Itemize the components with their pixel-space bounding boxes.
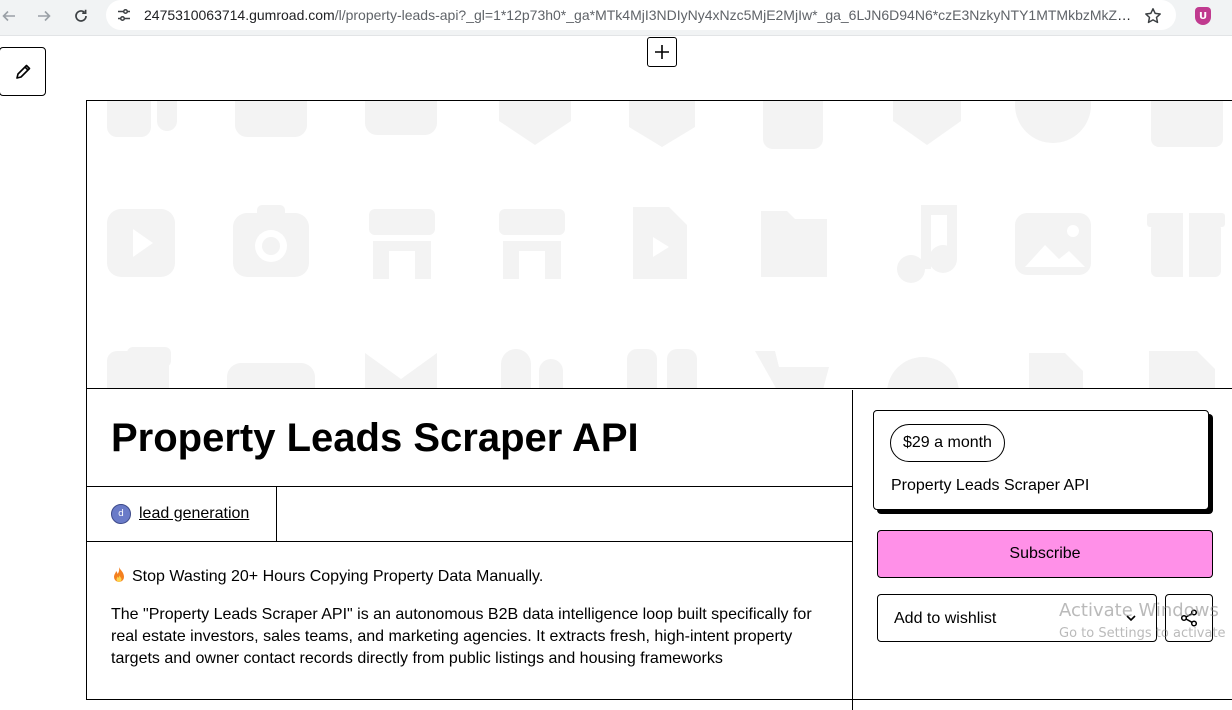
- product-title: Property Leads Scraper API: [111, 416, 639, 460]
- headphones-icon: [887, 357, 959, 388]
- camera-icon: [233, 205, 309, 277]
- arrow-left-icon: [2, 10, 15, 22]
- store-icon: [369, 209, 435, 279]
- record-icon: [1015, 101, 1091, 143]
- folder-icon: [761, 211, 827, 277]
- description-headline: Stop Wasting 20+ Hours Copying Property …: [111, 566, 831, 588]
- paperclip-icon: [501, 349, 531, 388]
- document-icon: [1149, 351, 1215, 388]
- files-icon: [107, 347, 171, 388]
- forward-button[interactable]: [31, 3, 57, 29]
- pencil-icon: [15, 64, 30, 79]
- music-icon: [897, 205, 957, 283]
- fire-icon: [114, 567, 124, 582]
- star-icon: [1145, 8, 1161, 24]
- image-icon: [1015, 213, 1091, 275]
- video-file-icon: [1029, 353, 1083, 388]
- price-badge: $29 a month: [890, 424, 1005, 462]
- play-button-icon: [107, 209, 175, 277]
- megaphone-icon: [107, 101, 177, 137]
- chevron-down-icon: [1126, 615, 1136, 622]
- site-info-button[interactable]: [114, 5, 134, 25]
- share-button[interactable]: [1165, 594, 1213, 642]
- creator-cell: d lead generation: [87, 487, 277, 542]
- avatar: d: [111, 504, 131, 524]
- paperclip-icon: [539, 359, 563, 388]
- wishlist-dropdown[interactable]: Add to wishlist: [877, 594, 1157, 642]
- cover-pattern: [107, 101, 1225, 388]
- add-section-button[interactable]: [647, 37, 677, 67]
- store-icon: [499, 209, 565, 279]
- url-path: /l/property-leads-api?_gl=1*12p73h0*_ga*…: [334, 7, 1134, 23]
- title-section: Property Leads Scraper API: [87, 390, 853, 487]
- gift-icon: [1151, 101, 1223, 147]
- variant-title: Property Leads Scraper API: [891, 477, 1090, 494]
- address-bar[interactable]: 2475310063714.gumroad.com/l/property-lea…: [106, 0, 1176, 30]
- tune-icon: [118, 8, 130, 22]
- envelope-icon: [365, 353, 437, 388]
- document-icon: [763, 101, 823, 149]
- shield-icon: [499, 101, 571, 145]
- creator-link[interactable]: lead generation: [139, 503, 249, 525]
- inbox-icon: [365, 101, 437, 135]
- creator-row: d lead generation: [87, 487, 853, 542]
- product-details: Property Leads Scraper API d lead genera…: [87, 390, 853, 710]
- arrow-right-icon: [38, 10, 51, 22]
- wishlist-label: Add to wishlist: [894, 610, 997, 627]
- quote-icon: [627, 349, 697, 388]
- shield-icon: U: [1195, 7, 1211, 25]
- back-button[interactable]: [0, 3, 22, 29]
- folder-icon: [235, 101, 307, 137]
- gift-icon: [1147, 213, 1225, 277]
- gamepad-icon: [227, 363, 315, 388]
- reload-button[interactable]: [68, 3, 94, 29]
- cover-image: [87, 101, 1232, 389]
- subscribe-button[interactable]: Subscribe: [877, 530, 1213, 578]
- bookmark-button[interactable]: [1140, 3, 1166, 29]
- product-description: Stop Wasting 20+ Hours Copying Property …: [111, 566, 831, 686]
- play-icon: [893, 101, 961, 145]
- share-icon: [1180, 609, 1198, 627]
- reload-icon: [75, 9, 87, 22]
- url-host: 2475310063714.gumroad.com: [144, 7, 335, 23]
- description-body: The "Property Leads Scraper API" is an a…: [111, 606, 812, 667]
- video-file-icon: [633, 207, 687, 279]
- url-text[interactable]: 2475310063714.gumroad.com/l/property-lea…: [144, 5, 1134, 25]
- price-card[interactable]: $29 a month Property Leads Scraper API: [873, 410, 1209, 510]
- edit-button[interactable]: [0, 47, 46, 96]
- book-icon: [629, 101, 695, 147]
- plus-icon: [655, 45, 669, 59]
- headline-text: Stop Wasting 20+ Hours Copying Property …: [132, 568, 544, 585]
- cart-icon: [755, 351, 829, 388]
- browser-toolbar: 2475310063714.gumroad.com/l/property-lea…: [0, 0, 1232, 36]
- extension-button[interactable]: U: [1190, 3, 1216, 29]
